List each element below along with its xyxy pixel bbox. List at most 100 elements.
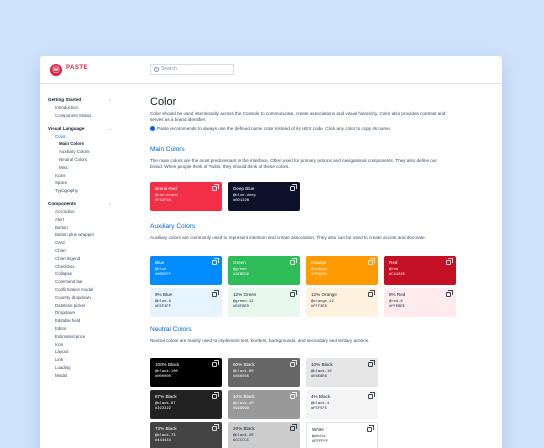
top-bar: ⓦ PASTE Search [40, 56, 502, 84]
sidebar-item-component[interactable]: Button plus wrapper [40, 231, 120, 239]
copy-icon[interactable] [212, 424, 219, 431]
swatch-hex: #000000 [155, 375, 171, 379]
sidebar-item-component[interactable]: Datetime picker [40, 302, 120, 310]
swatch-hex: #FFF3E0 [311, 305, 327, 309]
chevron-down-icon: ⌄ [108, 125, 112, 131]
swatch-name: 4% Black [311, 394, 331, 399]
sidebar-item-component[interactable]: Button [40, 224, 120, 232]
group-label: Components [48, 200, 77, 206]
main-colors-heading: Main Colors [150, 146, 185, 153]
sidebar-item-neutral-colors[interactable]: Neutral Colors [40, 156, 120, 164]
sidebar-item-component[interactable]: Command bar [40, 278, 120, 286]
sidebar-item-auxiliary-colors[interactable]: Auxiliary Colors [40, 148, 120, 156]
copy-icon[interactable] [212, 392, 219, 399]
sidebar-item-icons[interactable]: Icons [40, 172, 120, 180]
app-name: PASTE [66, 65, 89, 71]
sidebar-item-component[interactable]: Collapse [40, 270, 120, 278]
sidebar-item-misc[interactable]: Misc [40, 164, 120, 172]
sidebar-group-visual-language[interactable]: Visual Language ⌄ [40, 125, 120, 133]
sidebar-item-component[interactable]: Card [40, 239, 120, 247]
color-swatch[interactable]: 10% Black @black-10 #E6E6E6 [306, 358, 378, 387]
sidebar-item-component[interactable]: Alert [40, 216, 120, 224]
swatch-hex: #E5F3FF [155, 305, 171, 309]
copy-icon[interactable] [368, 392, 375, 399]
sidebar-item-introduction[interactable]: Introduction [40, 104, 120, 112]
color-swatch[interactable]: Deep Blue @blue-deep #0D122B [228, 182, 300, 211]
copy-icon[interactable] [368, 360, 375, 367]
color-swatch[interactable]: Orange @orange #FF9A00 [306, 256, 378, 285]
sidebar-item-component[interactable]: Dropdown [40, 309, 120, 317]
sidebar-item-component[interactable]: Editor [40, 325, 120, 333]
color-swatch[interactable]: 9% Blue @blue-9 #E5F3FF [150, 288, 222, 317]
copy-icon[interactable] [290, 392, 297, 399]
color-swatch[interactable]: 4% Black @black-4 #F5F5F5 [306, 390, 378, 419]
copy-icon[interactable] [368, 258, 375, 265]
swatch-hex: #2EBD59 [233, 273, 249, 277]
color-swatch[interactable]: 12% Green @green-12 #E8F8ED [228, 288, 300, 317]
swatch-name: Deep Blue [233, 186, 255, 191]
sidebar-item-component[interactable]: Layout [40, 348, 120, 356]
sidebar-item-component[interactable]: Loading [40, 364, 120, 372]
sidebar-item-component[interactable]: Country dropdown [40, 294, 120, 302]
sidebar-item-component[interactable]: Estimated price [40, 333, 120, 341]
sidebar-item-component[interactable]: Chart [40, 247, 120, 255]
sidebar-item-component[interactable]: Modal [40, 372, 120, 380]
copy-icon[interactable] [212, 184, 219, 191]
copy-icon[interactable] [290, 258, 297, 265]
sidebar-item-component[interactable]: Chart legend [40, 255, 120, 263]
sidebar-group-components[interactable]: Components ⌄ [40, 200, 120, 208]
sidebar-item-space[interactable]: Space [40, 179, 120, 187]
sidebar-item-component[interactable]: Editable field [40, 317, 120, 325]
color-swatch[interactable]: 100% Black @black-100 #000000 [150, 358, 222, 387]
color-swatch[interactable]: 12% Orange @orange-12 #FFF3E0 [306, 288, 378, 317]
sidebar-item-component[interactable]: Checkbox [40, 263, 120, 271]
copy-icon[interactable] [212, 360, 219, 367]
sidebar-item-component[interactable]: Icon [40, 341, 120, 349]
sidebar-item-color[interactable]: Color [40, 133, 120, 141]
neutral-colors-desc: Neutral colors are mainly used to implem… [150, 338, 370, 343]
app-window: ⓦ PASTE Search Getting Started ⌄ Introduc… [40, 56, 502, 448]
swatch-hex: #F22F46 [155, 199, 171, 203]
color-swatch[interactable]: Brand Red @red-brand #F22F46 [150, 182, 222, 211]
color-swatch[interactable]: 87% Black @black-87 #222222 [150, 390, 222, 419]
sidebar-nav: Getting Started ⌄ Introduction Component … [40, 84, 120, 448]
swatch-name: Orange [311, 260, 327, 265]
color-swatch[interactable]: 8% Red @red-8 #FFEBEE [384, 288, 456, 317]
swatch-name: 12% Green [233, 292, 257, 297]
copy-icon[interactable] [446, 290, 453, 297]
swatch-hex: #008CFF [155, 273, 171, 277]
color-swatch[interactable]: White @white #FFFFFF [306, 422, 378, 448]
copy-icon[interactable] [212, 258, 219, 265]
search-input[interactable]: Search [150, 64, 234, 75]
copy-icon[interactable] [290, 290, 297, 297]
copy-icon[interactable] [290, 360, 297, 367]
sidebar-item-main-colors[interactable]: Main Colors [40, 140, 120, 148]
copy-icon[interactable] [212, 290, 219, 297]
color-swatch[interactable]: 60% Black @black-60 #666666 [228, 358, 300, 387]
swatch-name: 40% Black [233, 394, 255, 399]
copy-icon[interactable] [367, 425, 374, 432]
color-swatch[interactable]: Blue @blue #008CFF [150, 256, 222, 285]
copy-icon[interactable] [446, 258, 453, 265]
sidebar-item-component[interactable]: Accordion [40, 208, 120, 216]
sidebar-item-component-status[interactable]: Component Status [40, 112, 120, 120]
twilio-logo-icon[interactable]: ⓦ [50, 64, 62, 76]
sidebar-item-component[interactable]: Confirmation modal [40, 286, 120, 294]
copy-icon[interactable] [290, 424, 297, 431]
search-icon [154, 67, 159, 72]
neutral-colors-heading: Neutral Colors [150, 326, 192, 333]
copy-icon[interactable] [290, 184, 297, 191]
sidebar-group-getting-started[interactable]: Getting Started ⌄ [40, 96, 120, 104]
color-swatch[interactable]: 73% Black @black-73 #444444 [150, 422, 222, 448]
copy-icon[interactable] [368, 290, 375, 297]
page-intro: Color should be used intentionally acros… [150, 111, 446, 123]
color-swatch[interactable]: 20% Black @black-20 #CCCCCC [228, 422, 300, 448]
sidebar-item-component[interactable]: Link [40, 356, 120, 364]
swatch-name: 73% Black [155, 426, 177, 431]
color-swatch[interactable]: Green @green #2EBD59 [228, 256, 300, 285]
swatch-hex: #FF9A00 [311, 273, 327, 277]
components-list: Accordion Alert Button Button plus wrapper C… [40, 208, 120, 380]
color-swatch[interactable]: 40% Black @black-40 #999999 [228, 390, 300, 419]
color-swatch[interactable]: Red @red #C41025 [384, 256, 456, 285]
sidebar-item-typography[interactable]: Typography [40, 187, 120, 195]
